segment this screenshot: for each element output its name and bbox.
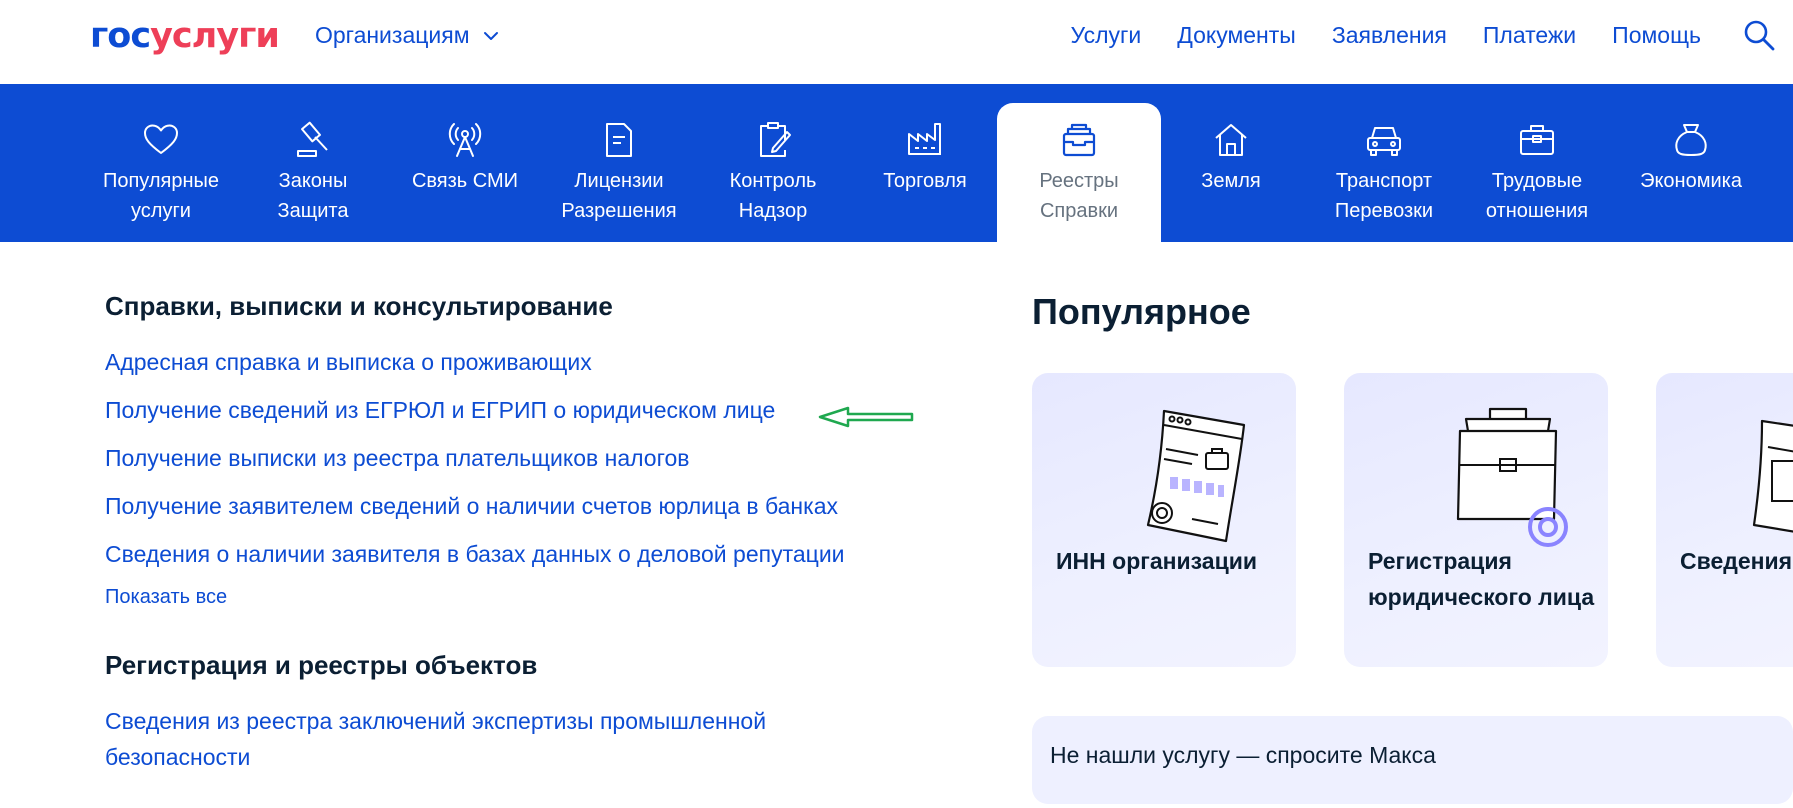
category-bar: Популярные услуги Законы Защита Связь СМ… <box>0 84 1793 251</box>
popular-title: Популярное <box>1032 291 1251 332</box>
category-label: Транспорт <box>1335 170 1433 192</box>
category-label: Разрешения <box>561 200 677 222</box>
category-label: Защита <box>277 200 349 222</box>
link-egrul-egrip[interactable]: Получение сведений из ЕГРЮЛ и ЕГРИП о юр… <box>105 397 775 423</box>
nav-payments[interactable]: Платежи <box>1483 22 1576 49</box>
organizations-dropdown-label: Организациям <box>315 22 470 48</box>
list-item: Получение заявителем сведений о наличии … <box>105 488 935 524</box>
nav-services[interactable]: Услуги <box>1071 22 1142 49</box>
category-laws[interactable]: Законы Защита <box>238 84 388 242</box>
link-address-certificate[interactable]: Адресная справка и выписка о проживающих <box>105 349 592 375</box>
show-all-link[interactable]: Показать все <box>105 586 227 609</box>
document-icon <box>606 123 632 157</box>
popular-card-registration[interactable]: Регистрация юридического лица <box>1344 373 1608 667</box>
document-icon <box>1752 419 1793 533</box>
list-item: Сведения из реестра заключений экспертиз… <box>105 703 845 775</box>
category-economy[interactable]: Экономика <box>1616 84 1766 242</box>
category-popular[interactable]: Популярные услуги <box>86 84 236 242</box>
category-label: Законы <box>278 170 348 192</box>
factory-icon <box>908 123 941 155</box>
search-icon[interactable] <box>1742 18 1776 52</box>
annotation-arrow-icon <box>818 406 914 428</box>
category-transport[interactable]: Транспорт Перевозки <box>1309 84 1459 242</box>
registration-link-list: Сведения из реестра заключений экспертиз… <box>105 703 935 775</box>
list-item: Адресная справка и выписка о проживающих <box>105 344 935 380</box>
category-communications[interactable]: Связь СМИ <box>390 84 540 242</box>
briefcase-icon <box>1456 407 1568 547</box>
gosuslugi-logo[interactable]: госуслуги <box>90 14 280 58</box>
popular-card-inn[interactable]: ИНН организации <box>1032 373 1296 667</box>
chevron-down-icon <box>483 31 498 40</box>
house-icon <box>1215 124 1247 156</box>
category-land[interactable]: Земля <box>1156 84 1306 242</box>
category-label: Контроль <box>729 170 817 192</box>
category-label: Популярные <box>102 170 220 192</box>
card-title: Сведения об обязательных отчислениях <box>1680 548 1793 574</box>
logo-part-uslugi: услуги <box>150 16 280 56</box>
logo-part-gos: гос <box>90 16 151 56</box>
category-trade[interactable]: Торговля <box>850 84 1000 242</box>
heart-icon <box>144 124 178 154</box>
top-header: госуслуги Организациям Услуги Документы … <box>0 0 1793 74</box>
category-label: Реестры <box>1039 170 1119 192</box>
ask-max-input[interactable]: Не нашли услугу — спросите Макса <box>1032 716 1793 804</box>
category-label: Торговля <box>883 170 967 192</box>
category-labor[interactable]: Трудовые отношения <box>1462 84 1612 242</box>
link-bank-accounts[interactable]: Получение заявителем сведений о наличии … <box>105 493 838 519</box>
document-certificate-icon <box>1146 409 1246 543</box>
antenna-icon <box>448 123 482 157</box>
category-label: Перевозки <box>1334 200 1434 222</box>
category-label: отношения <box>1485 200 1589 222</box>
link-business-reputation[interactable]: Сведения о наличии заявителя в базах дан… <box>105 541 845 567</box>
nav-help[interactable]: Помощь <box>1612 22 1701 49</box>
card-title: Регистрация юридического лица <box>1368 548 1595 610</box>
list-item: Получение выписки из реестра плательщико… <box>105 440 935 476</box>
category-label: услуги <box>131 200 191 222</box>
briefcase-icon <box>1520 125 1554 155</box>
nav-applications[interactable]: Заявления <box>1332 22 1447 49</box>
category-label: Земля <box>1201 170 1261 192</box>
card-title: ИНН организации <box>1056 548 1257 574</box>
list-item: Получение сведений из ЕГРЮЛ и ЕГРИП о юр… <box>105 392 935 428</box>
ask-max-placeholder: Не нашли услугу — спросите Макса <box>1050 742 1436 768</box>
category-label: Справки <box>1039 200 1119 222</box>
category-licenses[interactable]: Лицензии Разрешения <box>544 84 694 242</box>
car-icon <box>1367 127 1401 156</box>
category-label: Надзор <box>738 200 808 222</box>
money-bag-icon <box>1675 124 1707 156</box>
organizations-dropdown[interactable]: Организациям <box>315 22 500 49</box>
section-title-registration: Регистрация и реестры объектов <box>105 650 538 680</box>
category-registries[interactable]: Реестры Справки <box>997 103 1161 251</box>
popular-card-contributions[interactable]: Сведения об обязательных отчислениях <box>1656 373 1793 667</box>
registry-icon <box>1062 123 1096 157</box>
category-label: Экономика <box>1640 170 1742 192</box>
category-label: Лицензии <box>574 170 664 192</box>
clipboard-pen-icon <box>760 122 791 157</box>
category-control[interactable]: Контроль Надзор <box>698 84 848 242</box>
link-industrial-safety-expertise[interactable]: Сведения из реестра заключений экспертиз… <box>105 708 766 770</box>
gavel-icon <box>297 121 328 157</box>
section-title-certificates: Справки, выписки и консультирование <box>105 291 613 321</box>
top-nav: Услуги Документы Заявления Платежи Помощ… <box>1071 22 1701 49</box>
link-taxpayer-registry[interactable]: Получение выписки из реестра плательщико… <box>105 445 689 471</box>
nav-documents[interactable]: Документы <box>1177 22 1296 49</box>
certificates-link-list: Адресная справка и выписка о проживающих… <box>105 344 935 572</box>
list-item: Сведения о наличии заявителя в базах дан… <box>105 536 935 572</box>
category-label: Трудовые <box>1491 170 1583 192</box>
service-sections: Справки, выписки и консультирование Адре… <box>105 288 935 787</box>
category-label: Связь СМИ <box>411 170 519 192</box>
